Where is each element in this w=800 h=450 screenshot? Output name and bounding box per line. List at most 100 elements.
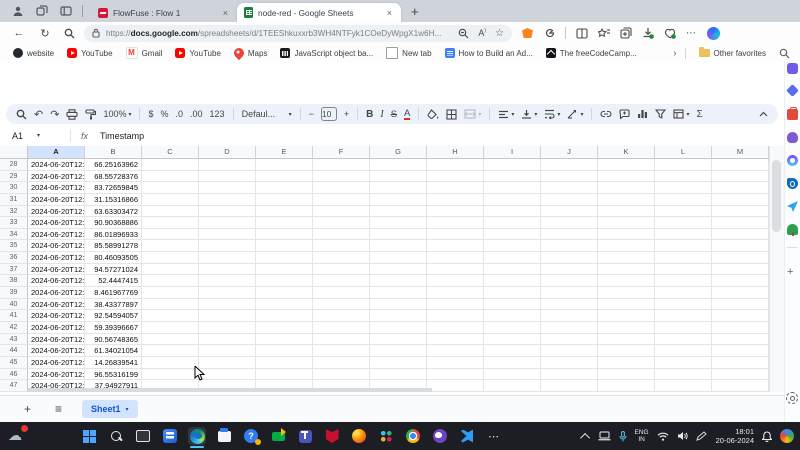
- cell-empty[interactable]: [256, 229, 313, 241]
- cell-empty[interactable]: [142, 299, 199, 311]
- cell-empty[interactable]: [484, 299, 541, 311]
- cell-empty[interactable]: [370, 275, 427, 287]
- row-header[interactable]: 46: [0, 369, 28, 381]
- row-header[interactable]: 40: [0, 299, 28, 311]
- cell-empty[interactable]: [427, 217, 484, 229]
- row-header[interactable]: 44: [0, 345, 28, 357]
- paint-format-icon[interactable]: [85, 109, 96, 120]
- cell-empty[interactable]: [541, 217, 598, 229]
- cell-empty[interactable]: [427, 380, 484, 392]
- vertical-align-icon[interactable]: ▾: [521, 109, 537, 119]
- bookmark-javascript[interactable]: JavaScript object ba...: [280, 48, 373, 58]
- text-rotation-icon[interactable]: ▾: [567, 109, 583, 119]
- more-menu-icon[interactable]: ⋯: [685, 27, 698, 40]
- row-header[interactable]: 35: [0, 240, 28, 252]
- decrease-font-size-button[interactable]: −: [309, 109, 314, 119]
- tab-google-sheets[interactable]: node-red - Google Sheets ×: [237, 3, 401, 22]
- cell-empty[interactable]: [541, 182, 598, 194]
- cell-empty[interactable]: [370, 369, 427, 381]
- microphone-icon[interactable]: [619, 431, 627, 442]
- font-select[interactable]: Defaul...▾: [242, 109, 292, 119]
- cell-empty[interactable]: [370, 322, 427, 334]
- cell-empty[interactable]: [256, 252, 313, 264]
- cell-value[interactable]: 83.72659845: [85, 182, 142, 194]
- cell-empty[interactable]: [199, 182, 256, 194]
- cell-empty[interactable]: [712, 217, 769, 229]
- bookmarks-overflow-chevron[interactable]: ›: [673, 48, 676, 59]
- column-header[interactable]: G: [370, 146, 427, 159]
- cell-empty[interactable]: [199, 310, 256, 322]
- bookmark-youtube-2[interactable]: YouTube: [175, 48, 220, 58]
- cell-empty[interactable]: [484, 345, 541, 357]
- cell-timestamp[interactable]: 2024-06-20T12:: [28, 334, 85, 346]
- cell-empty[interactable]: [712, 264, 769, 276]
- column-header[interactable]: B: [85, 146, 142, 159]
- cell-empty[interactable]: [598, 322, 655, 334]
- cell-empty[interactable]: [199, 217, 256, 229]
- cell-empty[interactable]: [484, 194, 541, 206]
- cell-empty[interactable]: [712, 369, 769, 381]
- extension-icon[interactable]: [543, 27, 556, 40]
- cell-empty[interactable]: [256, 171, 313, 183]
- cell-empty[interactable]: [484, 275, 541, 287]
- column-header[interactable]: A: [28, 146, 85, 159]
- row-header[interactable]: 41: [0, 310, 28, 322]
- bookmark-website[interactable]: website: [13, 48, 54, 58]
- volume-icon[interactable]: [677, 431, 688, 441]
- metamask-extension-icon[interactable]: [521, 27, 534, 40]
- cell-empty[interactable]: [370, 264, 427, 276]
- cell-empty[interactable]: [199, 299, 256, 311]
- cell-empty[interactable]: [256, 275, 313, 287]
- cell-empty[interactable]: [655, 182, 712, 194]
- cell-empty[interactable]: [313, 357, 370, 369]
- cell-timestamp[interactable]: 2024-06-20T12:: [28, 287, 85, 299]
- cell-empty[interactable]: [541, 194, 598, 206]
- sheet-tab-sheet1[interactable]: Sheet1 ▾: [82, 400, 138, 418]
- read-aloud-icon[interactable]: A): [478, 28, 486, 38]
- cell-empty[interactable]: [427, 206, 484, 218]
- name-box[interactable]: A1▾: [0, 131, 70, 141]
- cell-timestamp[interactable]: 2024-06-20T12:: [28, 252, 85, 264]
- cell-empty[interactable]: [142, 182, 199, 194]
- cell-empty[interactable]: [541, 380, 598, 392]
- cell-empty[interactable]: [655, 380, 712, 392]
- cell-empty[interactable]: [142, 194, 199, 206]
- cell-empty[interactable]: [427, 229, 484, 241]
- cell-empty[interactable]: [313, 240, 370, 252]
- cell-empty[interactable]: [712, 252, 769, 264]
- row-header[interactable]: 37: [0, 264, 28, 276]
- widgets-icon[interactable]: [161, 427, 179, 445]
- cell-empty[interactable]: [541, 345, 598, 357]
- cell-timestamp[interactable]: 2024-06-20T12:: [28, 171, 85, 183]
- cell-empty[interactable]: [598, 229, 655, 241]
- tab-flowfuse[interactable]: FlowFuse : Flow 1 ×: [91, 3, 237, 22]
- row-header[interactable]: 30: [0, 182, 28, 194]
- copilot-icon[interactable]: [707, 27, 720, 40]
- cell-empty[interactable]: [427, 275, 484, 287]
- row-header[interactable]: 43: [0, 334, 28, 346]
- cell-empty[interactable]: [655, 357, 712, 369]
- cell-value[interactable]: 38.43377897: [85, 299, 142, 311]
- pen-icon[interactable]: [696, 431, 708, 441]
- collections-icon[interactable]: [619, 27, 632, 40]
- cell-empty[interactable]: [655, 369, 712, 381]
- cell-empty[interactable]: [142, 229, 199, 241]
- row-header[interactable]: 39: [0, 287, 28, 299]
- cell-empty[interactable]: [541, 171, 598, 183]
- cell-empty[interactable]: [199, 159, 256, 171]
- functions-button[interactable]: Σ: [696, 109, 702, 120]
- cell-empty[interactable]: [313, 159, 370, 171]
- scrollbar-thumb[interactable]: [772, 160, 781, 232]
- cell-empty[interactable]: [142, 322, 199, 334]
- favorite-star-icon[interactable]: ☆: [495, 28, 504, 39]
- cell-empty[interactable]: [370, 194, 427, 206]
- cell-empty[interactable]: [484, 334, 541, 346]
- column-header[interactable]: C: [142, 146, 199, 159]
- cell-empty[interactable]: [598, 369, 655, 381]
- cell-empty[interactable]: [712, 206, 769, 218]
- cell-empty[interactable]: [541, 299, 598, 311]
- cell-empty[interactable]: [199, 287, 256, 299]
- cell-empty[interactable]: [598, 252, 655, 264]
- cell-empty[interactable]: [541, 275, 598, 287]
- cell-empty[interactable]: [598, 275, 655, 287]
